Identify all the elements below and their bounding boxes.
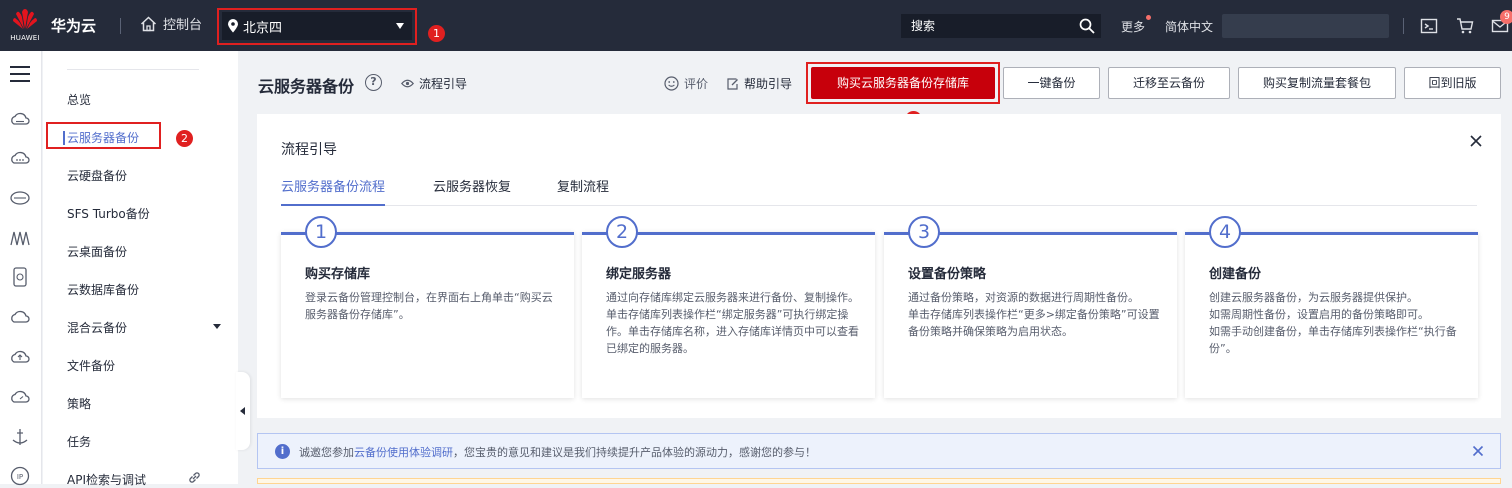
buy-replication-traffic-button[interactable]: 购买复制流量套餐包: [1238, 67, 1396, 99]
cloud-upload-icon[interactable]: [9, 346, 31, 368]
language-switch[interactable]: 简体中文: [1165, 18, 1213, 35]
tab-server-backup-flow[interactable]: 云服务器备份流程: [281, 176, 386, 206]
search-icon[interactable]: [1079, 18, 1095, 34]
step-title: 创建备份: [1209, 267, 1262, 282]
eye-icon: [401, 79, 414, 88]
tab-replication-flow[interactable]: 复制流程: [557, 176, 609, 206]
step-card: 1 购买存储库 登录云备份管理控制台，在界面右上角单击“购买云服务器备份存储库”…: [281, 216, 574, 398]
search-placeholder: 搜索: [911, 19, 936, 33]
sidebar-item-hybrid-backup[interactable]: 混合云备份: [67, 319, 127, 336]
terminal-icon[interactable]: [1420, 17, 1438, 35]
huawei-logo[interactable]: HUAWEI: [8, 6, 42, 46]
search-input[interactable]: 搜索: [901, 14, 1101, 38]
survey-notice: i 诚邀您参加云备份使用体验调研，您宝贵的意见和建议是我们持续提升产品体验的源动…: [257, 433, 1501, 469]
divider: [67, 69, 199, 70]
step-description: 登录云备份管理控制台，在界面右上角单击“购买云服务器备份存储库”。: [305, 291, 553, 321]
close-icon[interactable]: [1469, 134, 1483, 148]
info-icon: i: [275, 444, 290, 459]
annotation-number: 2: [176, 130, 193, 147]
step-number: 1: [305, 216, 337, 248]
warning-strip: [257, 478, 1501, 484]
process-guide-panel: 流程引导 云服务器备份流程 云服务器恢复 复制流程 1 购买存储库 登录云备份管…: [257, 114, 1501, 418]
sidebar-item-desktop-backup[interactable]: 云桌面备份: [67, 243, 127, 260]
sidebar-item-disk-backup[interactable]: 云硬盘备份: [67, 167, 127, 184]
svg-text:IP: IP: [17, 473, 23, 481]
step-title: 绑定服务器: [606, 267, 672, 282]
annotation-box-menu: [46, 122, 161, 149]
migrate-to-cbr-button[interactable]: 迁移至云备份: [1108, 67, 1230, 99]
survey-link[interactable]: 云备份使用体验调研: [354, 446, 453, 459]
guide-title: 流程引导: [281, 142, 337, 158]
sidebar-item-sfs-turbo-backup[interactable]: SFS Turbo备份: [67, 205, 150, 222]
help-guide-label: 帮助引导: [744, 77, 793, 91]
sidebar-item-tasks[interactable]: 任务: [67, 433, 91, 450]
back-to-old-version-button[interactable]: 回到旧版: [1404, 67, 1501, 99]
database-icon[interactable]: [9, 266, 31, 288]
account-name-blurred[interactable]: [1222, 14, 1389, 38]
menu-icon[interactable]: [10, 66, 30, 82]
notice-suffix: ，您宝贵的意见和建议是我们持续提升产品体验的源动力，感谢您的参与！: [453, 446, 816, 459]
help-icon[interactable]: ?: [365, 74, 382, 91]
step-number: 4: [1209, 216, 1241, 248]
cloud-speed-icon[interactable]: [9, 386, 31, 408]
divider: [120, 18, 121, 34]
step-title: 设置备份策略: [908, 267, 987, 282]
close-icon[interactable]: [1472, 445, 1484, 457]
page-title: 云服务器备份: [258, 77, 355, 96]
annotation-number: 1: [428, 25, 445, 42]
cloud-hosting-icon[interactable]: [9, 147, 31, 169]
annotation-box-buy-button: [806, 62, 1000, 104]
rate-link[interactable]: 评价: [664, 75, 708, 92]
notice-prefix: 诚邀您参加: [299, 446, 354, 459]
service-rail: IP: [0, 51, 42, 486]
step-number: 3: [908, 216, 940, 248]
collapse-sidebar-button[interactable]: [236, 372, 250, 450]
sidebar-item-database-backup[interactable]: 云数据库备份: [67, 281, 139, 298]
cart-icon[interactable]: [1456, 17, 1474, 35]
sidebar-item-policy[interactable]: 策略: [67, 395, 91, 412]
storage-disk-icon[interactable]: [9, 187, 31, 209]
notification-dot: [1146, 15, 1152, 20]
sidebar-item-api-explorer[interactable]: API检索与调试: [67, 471, 146, 488]
tab-server-restore[interactable]: 云服务器恢复: [433, 176, 511, 206]
network-icon[interactable]: [9, 227, 31, 249]
one-click-backup-button[interactable]: 一键备份: [1003, 67, 1100, 99]
step-card: 3 设置备份策略 通过备份策略，对资源的数据进行周期性备份。 单击存储库列表操作…: [884, 216, 1177, 398]
step-description: 创建云服务器备份，为云服务器提供保护。 如需周期性备份，设置启用的备份策略即可。…: [1209, 291, 1457, 355]
sidebar-item-overview[interactable]: 总览: [67, 91, 91, 108]
smiley-icon: [664, 76, 679, 91]
more-label: 更多: [1121, 20, 1146, 34]
console-link[interactable]: 控制台: [140, 14, 202, 33]
guide-tabs: 云服务器备份流程 云服务器恢复 复制流程: [281, 176, 1477, 206]
cloud-icon[interactable]: [9, 306, 31, 328]
cloud-server-icon[interactable]: [9, 109, 31, 131]
mail-badge: 9: [1500, 10, 1512, 24]
process-guide-link[interactable]: 流程引导: [401, 75, 467, 92]
rate-label: 评价: [684, 77, 709, 91]
step-number: 2: [606, 216, 638, 248]
process-guide-label: 流程引导: [419, 77, 468, 91]
console-label: 控制台: [163, 18, 203, 33]
notice-text: 诚邀您参加云备份使用体验调研，您宝贵的意见和建议是我们持续提升产品体验的源动力，…: [299, 444, 816, 460]
huawei-flower-icon: [13, 9, 37, 29]
step-description: 通过向存储库绑定云服务器来进行备份、复制操作。 单击存储库列表操作栏“绑定服务器…: [606, 291, 859, 355]
help-guide-link[interactable]: 帮助引导: [727, 75, 792, 92]
chevron-down-icon[interactable]: [213, 324, 221, 329]
edit-doc-icon: [727, 77, 738, 90]
anchor-icon[interactable]: [9, 426, 31, 448]
divider: [1403, 18, 1404, 34]
annotation-box-region: [217, 8, 417, 45]
logo-text: HUAWEI: [10, 34, 40, 42]
backup-submenu: 总览 云服务器备份 云硬盘备份 SFS Turbo备份 云桌面备份 云数据库备份…: [43, 51, 238, 487]
step-card: 2 绑定服务器 通过向存储库绑定云服务器来进行备份、复制操作。 单击存储库列表操…: [582, 216, 875, 398]
sidebar-item-file-backup[interactable]: 文件备份: [67, 357, 115, 374]
more-menu[interactable]: 更多: [1121, 15, 1152, 35]
step-title: 购买存储库: [305, 267, 371, 282]
brand-name[interactable]: 华为云: [51, 15, 96, 36]
external-link-icon[interactable]: [188, 471, 201, 484]
step-description: 通过备份策略，对资源的数据进行周期性备份。 单击存储库列表操作栏“更多>绑定备份…: [908, 291, 1160, 338]
home-icon: [140, 15, 157, 31]
step-card: 4 创建备份 创建云服务器备份，为云服务器提供保护。 如需周期性备份，设置启用的…: [1185, 216, 1478, 398]
